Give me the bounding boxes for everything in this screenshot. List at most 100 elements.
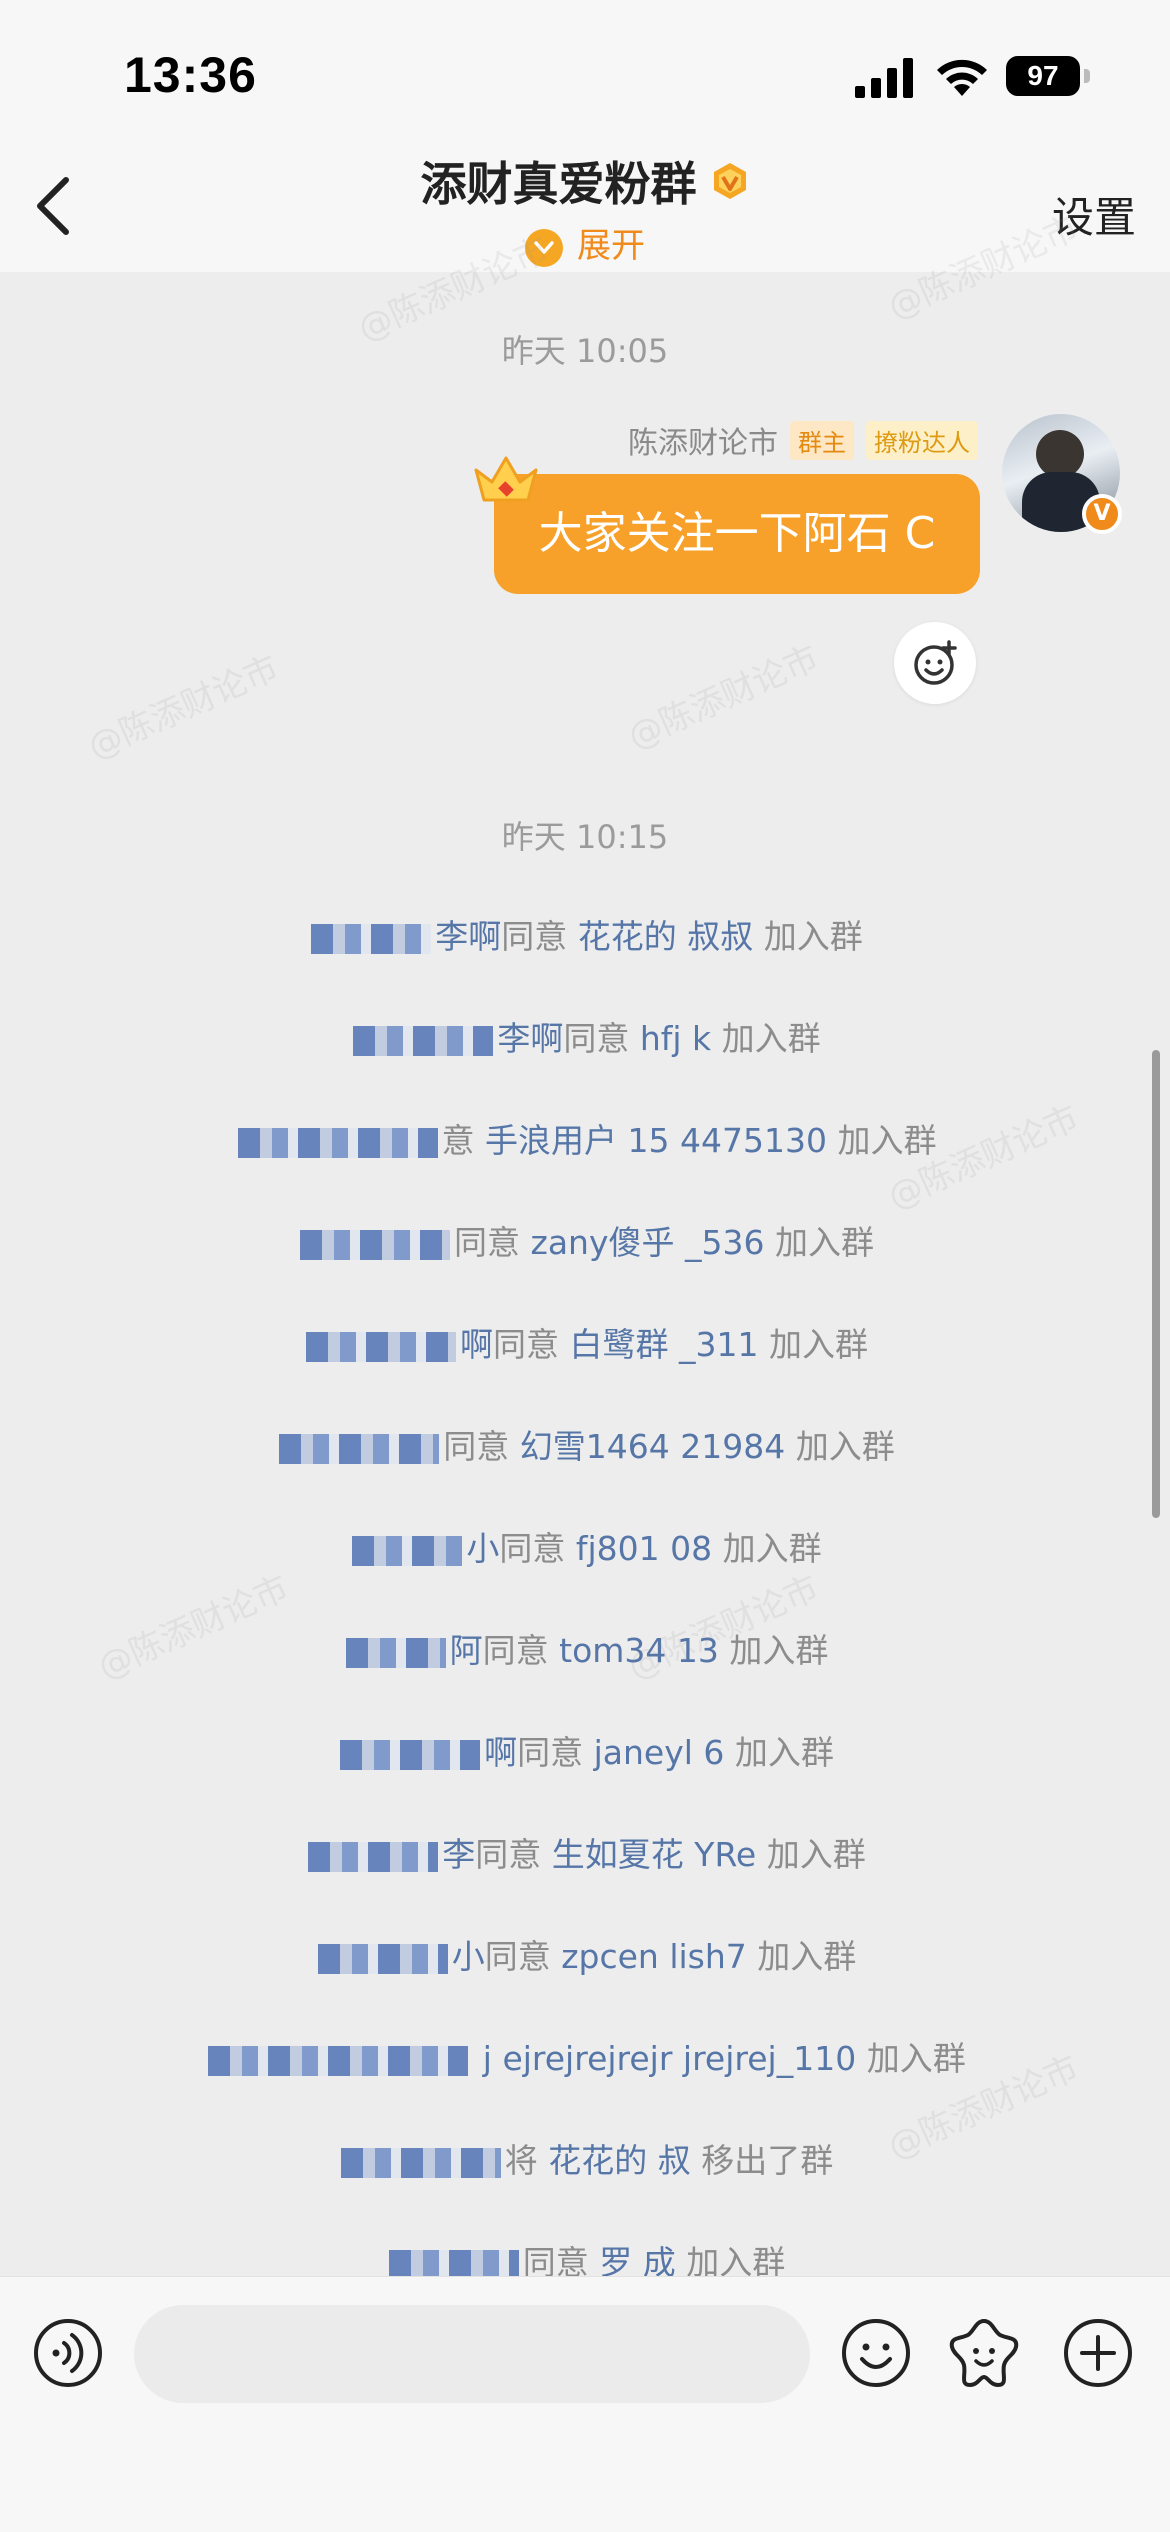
cellular-signal-icon xyxy=(855,58,913,98)
sender-line: 陈添财论市 群主 撩粉达人 xyxy=(628,418,978,462)
inviter-name[interactable]: 阿 xyxy=(450,1631,483,1670)
inviter-name[interactable]: 小 xyxy=(466,1529,499,1568)
pixelated-username xyxy=(279,1433,440,1464)
verified-v-icon: V xyxy=(1082,494,1122,534)
sender-name[interactable]: 陈添财论市 xyxy=(628,418,778,462)
member-name[interactable]: 白鹭群 _311 xyxy=(570,1325,759,1364)
inviter-name[interactable]: 李啊 xyxy=(435,917,501,956)
system-verb: 同意 xyxy=(454,1223,521,1262)
status-time: 13:36 xyxy=(124,47,257,103)
watermark: @陈添财论市 xyxy=(82,647,285,768)
system-action: 移出了群 xyxy=(701,2141,834,2180)
pixelated-username xyxy=(317,1943,448,1974)
system-verb: 同意 xyxy=(499,1529,566,1568)
pixelated-username xyxy=(345,1637,446,1668)
system-message: 小同意 fj801 08 加入群 xyxy=(0,1522,1170,1570)
member-name[interactable]: fj801 08 xyxy=(576,1529,712,1568)
pixelated-username xyxy=(340,1739,481,1770)
member-name[interactable]: zpcen lish7 xyxy=(561,1937,747,1976)
chat-title: 添财真爱粉群 xyxy=(420,157,697,211)
member-name[interactable]: 花花的 叔叔 xyxy=(578,917,754,956)
pixelated-username xyxy=(340,2147,501,2178)
system-verb: 同意 xyxy=(482,1631,549,1670)
system-action: 加入群 xyxy=(774,1223,874,1262)
system-action: 加入群 xyxy=(734,1733,834,1772)
system-message: 将 花花的 叔 移出了群 xyxy=(0,2134,1170,2182)
system-verb: 同意 xyxy=(563,1019,630,1058)
pixelated-username xyxy=(208,2045,469,2076)
voice-icon[interactable] xyxy=(32,2317,104,2389)
inviter-name[interactable]: 啊 xyxy=(484,1733,517,1772)
message-input[interactable] xyxy=(134,2305,810,2403)
system-verb: 意 xyxy=(441,1121,475,1160)
message-timestamp: 昨天 10:15 xyxy=(501,818,669,856)
member-name[interactable]: 生如夏花 YRe xyxy=(552,1835,756,1874)
pixelated-username xyxy=(300,1229,451,1260)
pixelated-username xyxy=(352,1535,463,1566)
owner-tag: 群主 xyxy=(790,420,854,460)
system-verb: 同意 xyxy=(484,1937,551,1976)
watermark: @陈添财论市 xyxy=(622,637,825,758)
wifi-icon xyxy=(937,59,987,96)
message-timestamp: 昨天 10:05 xyxy=(501,332,669,370)
system-verb: 将 xyxy=(504,2141,538,2180)
system-message: 李同意 生如夏花 YRe 加入群 xyxy=(0,1828,1170,1876)
add-reaction-icon xyxy=(914,640,957,685)
battery-level: 97 xyxy=(1006,56,1080,96)
verified-badge-icon xyxy=(713,163,746,199)
member-name[interactable]: tom34 13 xyxy=(559,1631,719,1670)
system-action: 加入群 xyxy=(757,1937,857,1976)
system-verb: 同意 xyxy=(501,917,568,956)
system-message: 李啊同意 hfj k 加入群 xyxy=(0,1012,1170,1060)
system-action: 加入群 xyxy=(837,1121,937,1160)
member-name[interactable]: zany傻乎 _536 xyxy=(531,1223,765,1262)
crown-icon xyxy=(474,456,538,502)
inviter-name[interactable]: 李啊 xyxy=(497,1019,563,1058)
system-message: 小同意 zpcen lish7 加入群 xyxy=(0,1930,1170,1978)
system-action: 加入群 xyxy=(768,1325,868,1364)
pixelated-username xyxy=(311,923,432,954)
system-verb: 同意 xyxy=(493,1325,559,1364)
fan-tag: 撩粉达人 xyxy=(866,420,978,460)
chat-title-row: 添财真爱粉群 xyxy=(0,148,1170,214)
system-action: 加入群 xyxy=(763,917,863,956)
scrollbar[interactable] xyxy=(1152,1050,1160,1518)
system-message: 李啊同意 花花的 叔叔 加入群 xyxy=(0,910,1170,958)
member-name[interactable]: 花花的 叔 xyxy=(548,2141,691,2180)
system-message: 意 手浪用户 15 4475130 加入群 xyxy=(0,1114,1170,1162)
inviter-name[interactable]: 啊 xyxy=(460,1325,493,1364)
add-reaction-button[interactable] xyxy=(894,622,976,704)
message-bubble[interactable]: 大家关注一下阿石 C xyxy=(494,474,980,594)
system-action: 加入群 xyxy=(766,1835,866,1874)
member-name[interactable]: 幻雪1464 21984 xyxy=(520,1427,785,1466)
input-bar xyxy=(0,2276,1170,2532)
member-name[interactable]: j ejrejrejrejr jrejrej_110 xyxy=(483,2039,856,2078)
system-action: 加入群 xyxy=(795,1427,895,1466)
system-verb: 同意 xyxy=(517,1733,584,1772)
battery-icon: 97 xyxy=(1006,56,1090,96)
system-verb: 同意 xyxy=(475,1835,542,1874)
member-name[interactable]: janeyl 6 xyxy=(594,1733,725,1772)
pixelated-username xyxy=(306,1331,456,1362)
pixelated-username xyxy=(388,2249,519,2280)
sticker-icon[interactable] xyxy=(948,2317,1020,2389)
pixelated-username xyxy=(308,1841,439,1872)
emoji-icon[interactable] xyxy=(840,2317,912,2389)
system-message: 啊同意 janeyl 6 加入群 xyxy=(0,1726,1170,1774)
expand-label: 展开 xyxy=(577,226,645,266)
plus-icon[interactable] xyxy=(1062,2317,1134,2389)
system-message: 啊同意 白鹭群 _311 加入群 xyxy=(0,1318,1170,1366)
system-action: 加入群 xyxy=(721,1019,821,1058)
pixelated-username xyxy=(237,1127,438,1158)
member-name[interactable]: hfj k xyxy=(640,1019,711,1058)
system-verb: 同意 xyxy=(443,1427,510,1466)
pixelated-username xyxy=(353,1025,494,1056)
system-message: 同意 zany傻乎 _536 加入群 xyxy=(0,1216,1170,1264)
inviter-name[interactable]: 小 xyxy=(452,1937,485,1976)
system-action: 加入群 xyxy=(866,2039,966,2078)
system-action: 加入群 xyxy=(722,1529,822,1568)
system-action: 加入群 xyxy=(729,1631,829,1670)
inviter-name[interactable]: 李 xyxy=(442,1835,475,1874)
system-message: 同意 幻雪1464 21984 加入群 xyxy=(0,1420,1170,1468)
member-name[interactable]: 手浪用户 15 4475130 xyxy=(485,1121,827,1160)
